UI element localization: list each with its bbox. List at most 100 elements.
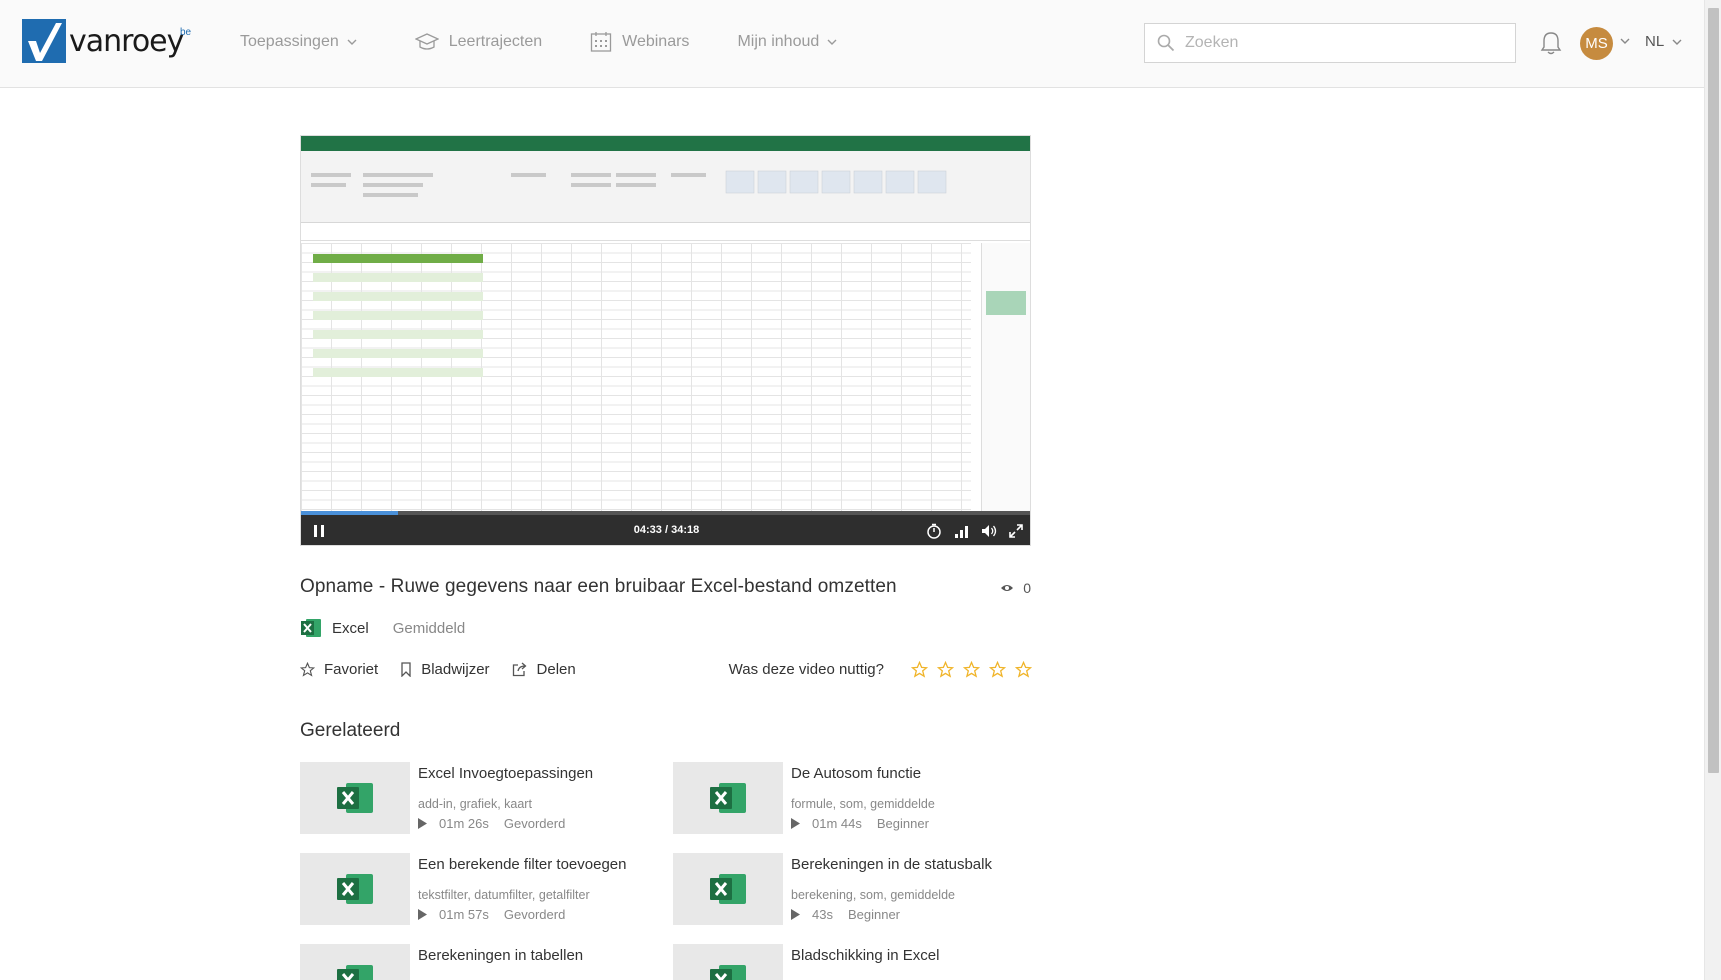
related-info: 43s Beginner — [791, 907, 900, 922]
rating-star-1-icon[interactable] — [911, 661, 928, 678]
chevron-down-icon — [1672, 39, 1682, 45]
related-thumbnail — [673, 762, 783, 834]
share-button[interactable]: Delen — [512, 661, 576, 678]
rating-star-4-icon[interactable] — [989, 661, 1006, 678]
related-info: 01m 57s Gevorderd — [418, 907, 565, 922]
play-icon — [791, 818, 800, 829]
related-title: Excel Invoegtoepassingen — [418, 765, 594, 782]
related-tags: formule, som, gemiddelde — [791, 797, 935, 811]
related-heading: Gerelateerd — [300, 720, 401, 741]
related-thumbnail — [300, 762, 410, 834]
top-navigation-bar: vanroey be Toepassingen Leertrajecten We… — [0, 0, 1704, 88]
play-icon — [418, 909, 427, 920]
related-level: Beginner — [876, 816, 929, 831]
related-thumbnail — [300, 853, 410, 925]
language-selector[interactable]: NL — [1645, 33, 1682, 50]
share-label: Delen — [536, 661, 576, 678]
favorite-button[interactable]: Favoriet — [300, 661, 378, 678]
related-thumbnail — [300, 944, 410, 980]
language-label: NL — [1645, 33, 1665, 50]
playback-speed-icon[interactable] — [926, 523, 942, 539]
app-name[interactable]: Excel — [332, 620, 369, 637]
related-level: Beginner — [847, 907, 901, 922]
difficulty-level: Gemiddeld — [392, 619, 466, 637]
video-meta: Excel Gemiddeld — [300, 618, 465, 638]
fullscreen-icon[interactable] — [1008, 523, 1024, 539]
rating-star-3-icon[interactable] — [963, 661, 980, 678]
eye-icon — [1001, 585, 1014, 591]
related-item[interactable]: Een berekende filter toevoegen tekstfilt… — [300, 853, 660, 925]
related-level: Gevorderd — [503, 816, 566, 831]
excel-icon — [710, 965, 746, 980]
nav-leertrajecten[interactable]: Leertrajecten — [414, 28, 542, 56]
nav-mijn-inhoud[interactable]: Mijn inhoud — [737, 28, 847, 56]
graduation-cap-icon — [414, 33, 439, 50]
share-icon — [512, 662, 527, 677]
bookmark-label: Bladwijzer — [421, 661, 490, 678]
related-duration: 43s — [812, 907, 833, 922]
rating-star-2-icon[interactable] — [937, 661, 954, 678]
related-tags: add-in, grafiek, kaart — [418, 797, 532, 811]
nav-label: Toepassingen — [240, 33, 339, 50]
video-frame-excel-ribbon — [301, 163, 1030, 223]
video-frame-excel-tabs — [301, 151, 1030, 163]
nav-webinars[interactable]: Webinars — [590, 28, 689, 56]
related-title: Bladschikking in Excel — [791, 947, 940, 964]
nav-toepassingen[interactable]: Toepassingen — [240, 28, 367, 56]
excel-icon — [337, 783, 373, 813]
related-item[interactable]: Excel Invoegtoepassingen add-in, grafiek… — [300, 762, 660, 834]
quality-icon[interactable] — [954, 523, 970, 539]
user-avatar[interactable]: MS — [1580, 27, 1613, 60]
excel-icon — [710, 874, 746, 904]
chevron-down-icon — [347, 39, 357, 45]
chevron-down-icon — [827, 39, 837, 45]
play-icon — [791, 909, 800, 920]
related-level: Gevorderd — [503, 907, 566, 922]
calendar-icon — [590, 32, 612, 52]
excel-icon — [710, 783, 746, 813]
related-item[interactable]: De Autosom functie formule, som, gemidde… — [673, 762, 1033, 834]
related-duration: 01m 44s — [812, 816, 862, 831]
view-count-value: 0 — [1023, 580, 1031, 596]
rating-star-5-icon[interactable] — [1015, 661, 1032, 678]
related-item[interactable]: Bladschikking in Excel — [673, 944, 1033, 980]
nav-label: Mijn inhoud — [737, 33, 820, 50]
search-box — [1144, 23, 1516, 63]
video-frame-excel-table — [313, 254, 483, 377]
related-duration: 01m 57s — [439, 907, 489, 922]
bookmark-button[interactable]: Bladwijzer — [400, 661, 490, 678]
related-title: Berekeningen in tabellen — [418, 947, 584, 964]
related-thumbnail — [673, 944, 783, 980]
view-count: 0 — [1000, 580, 1031, 596]
excel-icon — [337, 965, 373, 980]
video-frame-excel-queries-panel — [981, 243, 1030, 512]
video-time: 04:33 / 34:18 — [633, 524, 700, 536]
volume-icon[interactable] — [981, 523, 997, 539]
bookmark-icon — [401, 662, 411, 677]
page-title: Opname - Ruwe gegevens naar een bruibaar… — [300, 576, 897, 597]
search-input[interactable] — [1185, 34, 1505, 52]
related-thumbnail — [673, 853, 783, 925]
search-icon — [1157, 34, 1175, 52]
related-info: 01m 44s Beginner — [791, 816, 929, 831]
rating-question: Was deze video nuttig? — [728, 661, 884, 678]
nav-label: Webinars — [622, 33, 690, 50]
chevron-down-icon[interactable] — [1620, 38, 1630, 44]
star-outline-icon — [300, 662, 315, 677]
related-item[interactable]: Berekeningen in tabellen — [300, 944, 660, 980]
notifications-bell-icon[interactable] — [1540, 30, 1562, 61]
scrollbar-thumb[interactable] — [1708, 8, 1719, 773]
main-nav: Toepassingen Leertrajecten Webinars Mijn… — [240, 28, 895, 56]
rating-widget: Was deze video nuttig? — [729, 661, 1032, 678]
video-player[interactable]: 04:33 / 34:18 — [300, 135, 1031, 546]
related-item[interactable]: Berekeningen in de statusbalk berekening… — [673, 853, 1033, 925]
page-scrollbar[interactable] — [1704, 0, 1721, 980]
logo-mark — [22, 19, 66, 63]
related-title: Berekeningen in de statusbalk — [791, 856, 992, 873]
vanroey-logo[interactable]: vanroey be — [22, 19, 191, 63]
video-controls: 04:33 / 34:18 — [301, 515, 1030, 545]
logo-country: be — [180, 27, 192, 38]
excel-icon — [301, 619, 321, 637]
play-icon — [418, 818, 427, 829]
logo-text: vanroey — [69, 23, 184, 59]
